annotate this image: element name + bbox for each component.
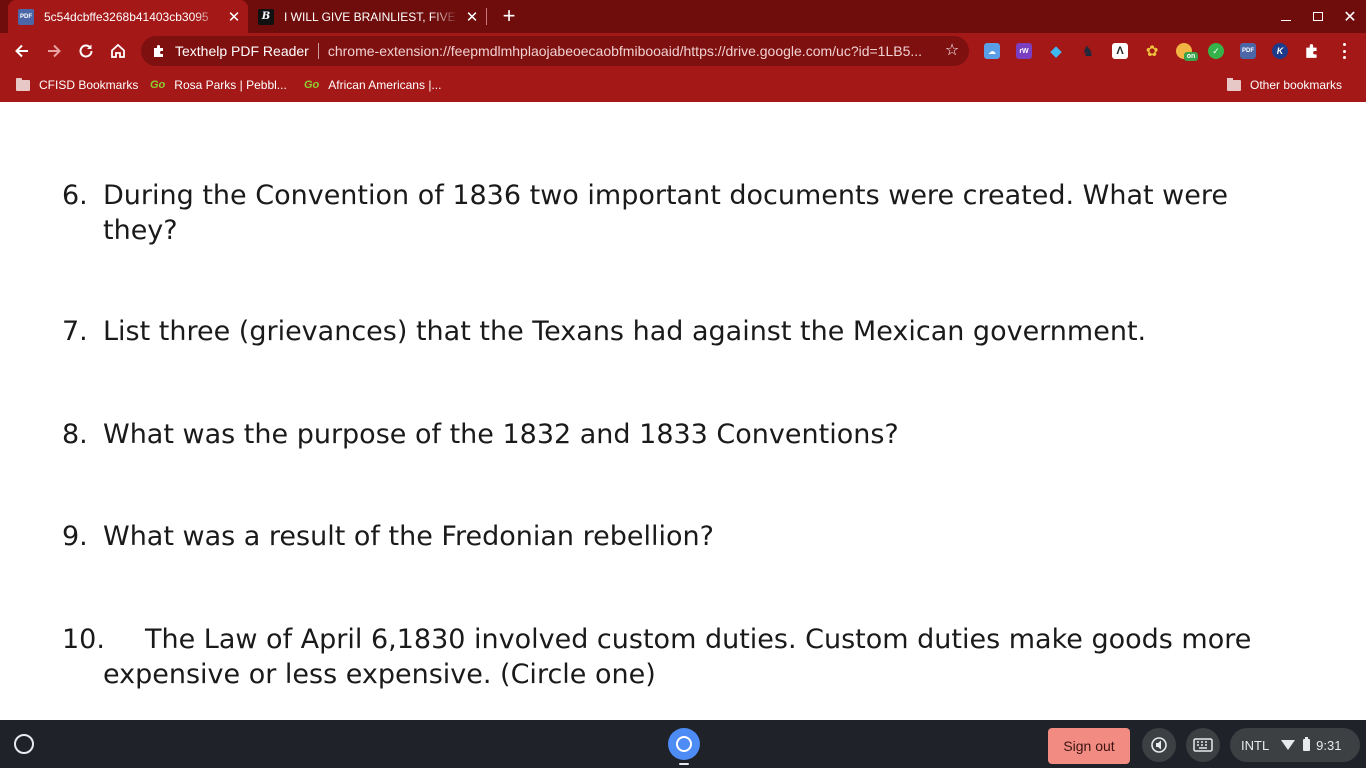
on-screen-keyboard-button[interactable]	[1186, 728, 1220, 762]
minimize-icon	[1281, 19, 1291, 22]
palette-extension-icon[interactable]: ✿	[1144, 43, 1160, 60]
pdf-extension-icon[interactable]: PDF	[1240, 43, 1256, 59]
puzzle-piece-icon	[151, 44, 167, 58]
arrow-left-icon	[15, 44, 28, 58]
gogo-icon: Go	[304, 79, 320, 91]
back-button[interactable]	[8, 37, 36, 65]
home-button[interactable]	[104, 37, 132, 65]
select-to-speak-button[interactable]	[1142, 728, 1176, 762]
gogo-icon: Go	[150, 79, 166, 91]
sign-out-button[interactable]: Sign out	[1048, 728, 1130, 764]
running-indicator	[679, 763, 689, 765]
minimize-button[interactable]	[1270, 0, 1302, 33]
question-6: 6. During the Convention of 1836 two impo…	[62, 178, 1228, 248]
k-extension-icon[interactable]: K	[1272, 43, 1288, 59]
close-tab-icon[interactable]: ✕	[220, 8, 248, 26]
question-number: 9.	[62, 521, 88, 552]
site-label: Texthelp PDF Reader	[175, 43, 309, 59]
reload-icon	[79, 44, 93, 58]
input-method-label: INTL	[1241, 737, 1270, 753]
question-text: During the Convention of 1836 two import…	[103, 180, 1228, 211]
bookmark-rosa-parks[interactable]: Go Rosa Parks | Pebbl...	[150, 77, 287, 93]
omnibox-divider	[317, 43, 319, 59]
address-bar[interactable]: Texthelp PDF Reader chrome-extension://f…	[141, 36, 969, 66]
select-to-speak-icon	[1151, 737, 1167, 753]
question-text: The Law of April 6,1830 involved custom …	[145, 624, 1252, 655]
home-icon	[111, 43, 125, 58]
question-text: List three (grievances) that the Texans …	[103, 316, 1147, 347]
pdf-icon: PDF	[18, 8, 34, 25]
clock: 9:31	[1316, 737, 1342, 753]
bookmark-star-icon[interactable]: ☆	[943, 42, 961, 60]
on-badge: on	[1184, 52, 1198, 61]
question-8: 8. What was the purpose of the 1832 and 1…	[62, 417, 899, 452]
pdf-viewer: 6. During the Convention of 1836 two impo…	[0, 102, 1366, 720]
question-number: 7.	[62, 316, 88, 347]
bookmark-label: CFISD Bookmarks	[39, 78, 139, 92]
question-text: What was a result of the Fredonian rebel…	[103, 521, 714, 552]
close-window-button[interactable]: ✕	[1334, 0, 1366, 33]
question-7: 7. List three (grievances) that the Texan…	[62, 314, 1146, 349]
chrome-app-icon[interactable]	[668, 728, 700, 760]
tab-title: I WILL GIVE BRAINLIEST, FIVE ST	[284, 9, 458, 24]
reload-button[interactable]	[72, 37, 100, 65]
arrow-right-icon	[48, 44, 61, 58]
forward-button[interactable]	[40, 37, 68, 65]
a-extension-icon[interactable]: Λ	[1112, 43, 1128, 59]
folder-icon	[16, 77, 30, 91]
close-tab-icon[interactable]: ✕	[458, 8, 486, 26]
question-10: 10. The Law of April 6,1830 involved cust…	[62, 622, 1251, 692]
tab-brainly[interactable]: B I WILL GIVE BRAINLIEST, FIVE ST ✕	[248, 0, 486, 33]
status-area[interactable]: INTL 9:31	[1230, 728, 1360, 762]
texthelp-extension-icon[interactable]: rW	[1016, 43, 1032, 59]
bookmark-label: Rosa Parks | Pebbl...	[174, 78, 287, 92]
restore-icon	[1313, 12, 1323, 21]
tab-divider	[486, 8, 487, 25]
bookmarks-bar: CFISD Bookmarks Go Rosa Parks | Pebbl...…	[0, 69, 1366, 102]
brainly-b-icon: B	[258, 8, 274, 25]
browser-menu-icon[interactable]	[1336, 41, 1352, 61]
question-number: 6.	[62, 180, 88, 211]
new-tab-button[interactable]: +	[496, 4, 522, 30]
question-9: 9. What was a result of the Fredonian reb…	[62, 519, 714, 554]
launcher-icon[interactable]	[14, 734, 34, 754]
question-text: What was the purpose of the 1832 and 183…	[103, 419, 899, 450]
bookmark-african-americans[interactable]: Go African Americans |...	[304, 77, 441, 93]
question-number: 10.	[62, 624, 105, 655]
diamond-extension-icon[interactable]: ◆	[1048, 43, 1064, 60]
question-number: 8.	[62, 419, 88, 450]
maximize-button[interactable]	[1302, 0, 1334, 33]
tab-pdf[interactable]: PDF 5c54dcbffe3268b41403cb3095 ✕	[8, 0, 248, 33]
browser-toolbar: Texthelp PDF Reader chrome-extension://f…	[0, 33, 1366, 69]
url-text[interactable]: chrome-extension://feepmdlmhplaojabeoeca…	[328, 43, 940, 59]
folder-icon	[1227, 77, 1241, 91]
extensions-puzzle-icon[interactable]	[1304, 43, 1320, 59]
ninja-extension-icon[interactable]: ♞	[1080, 43, 1096, 59]
other-bookmarks-label: Other bookmarks	[1250, 78, 1343, 92]
keyboard-icon	[1193, 738, 1213, 752]
compass-extension-icon[interactable]: ✓	[1208, 43, 1224, 59]
tab-title: 5c54dcbffe3268b41403cb3095	[44, 9, 209, 24]
bookmark-label: African Americans |...	[328, 78, 442, 92]
bookmark-cfisd[interactable]: CFISD Bookmarks	[16, 77, 138, 93]
wifi-icon	[1281, 740, 1296, 750]
battery-icon	[1303, 737, 1311, 751]
tab-strip: PDF 5c54dcbffe3268b41403cb3095 ✕ B I WIL…	[0, 0, 1366, 33]
other-bookmarks[interactable]: Other bookmarks	[1227, 77, 1342, 93]
question-text-continued: expensive or less expensive. (Circle one…	[103, 659, 656, 690]
question-text-continued: they?	[103, 215, 178, 246]
cloud-extension-icon[interactable]: ☁	[984, 43, 1000, 59]
